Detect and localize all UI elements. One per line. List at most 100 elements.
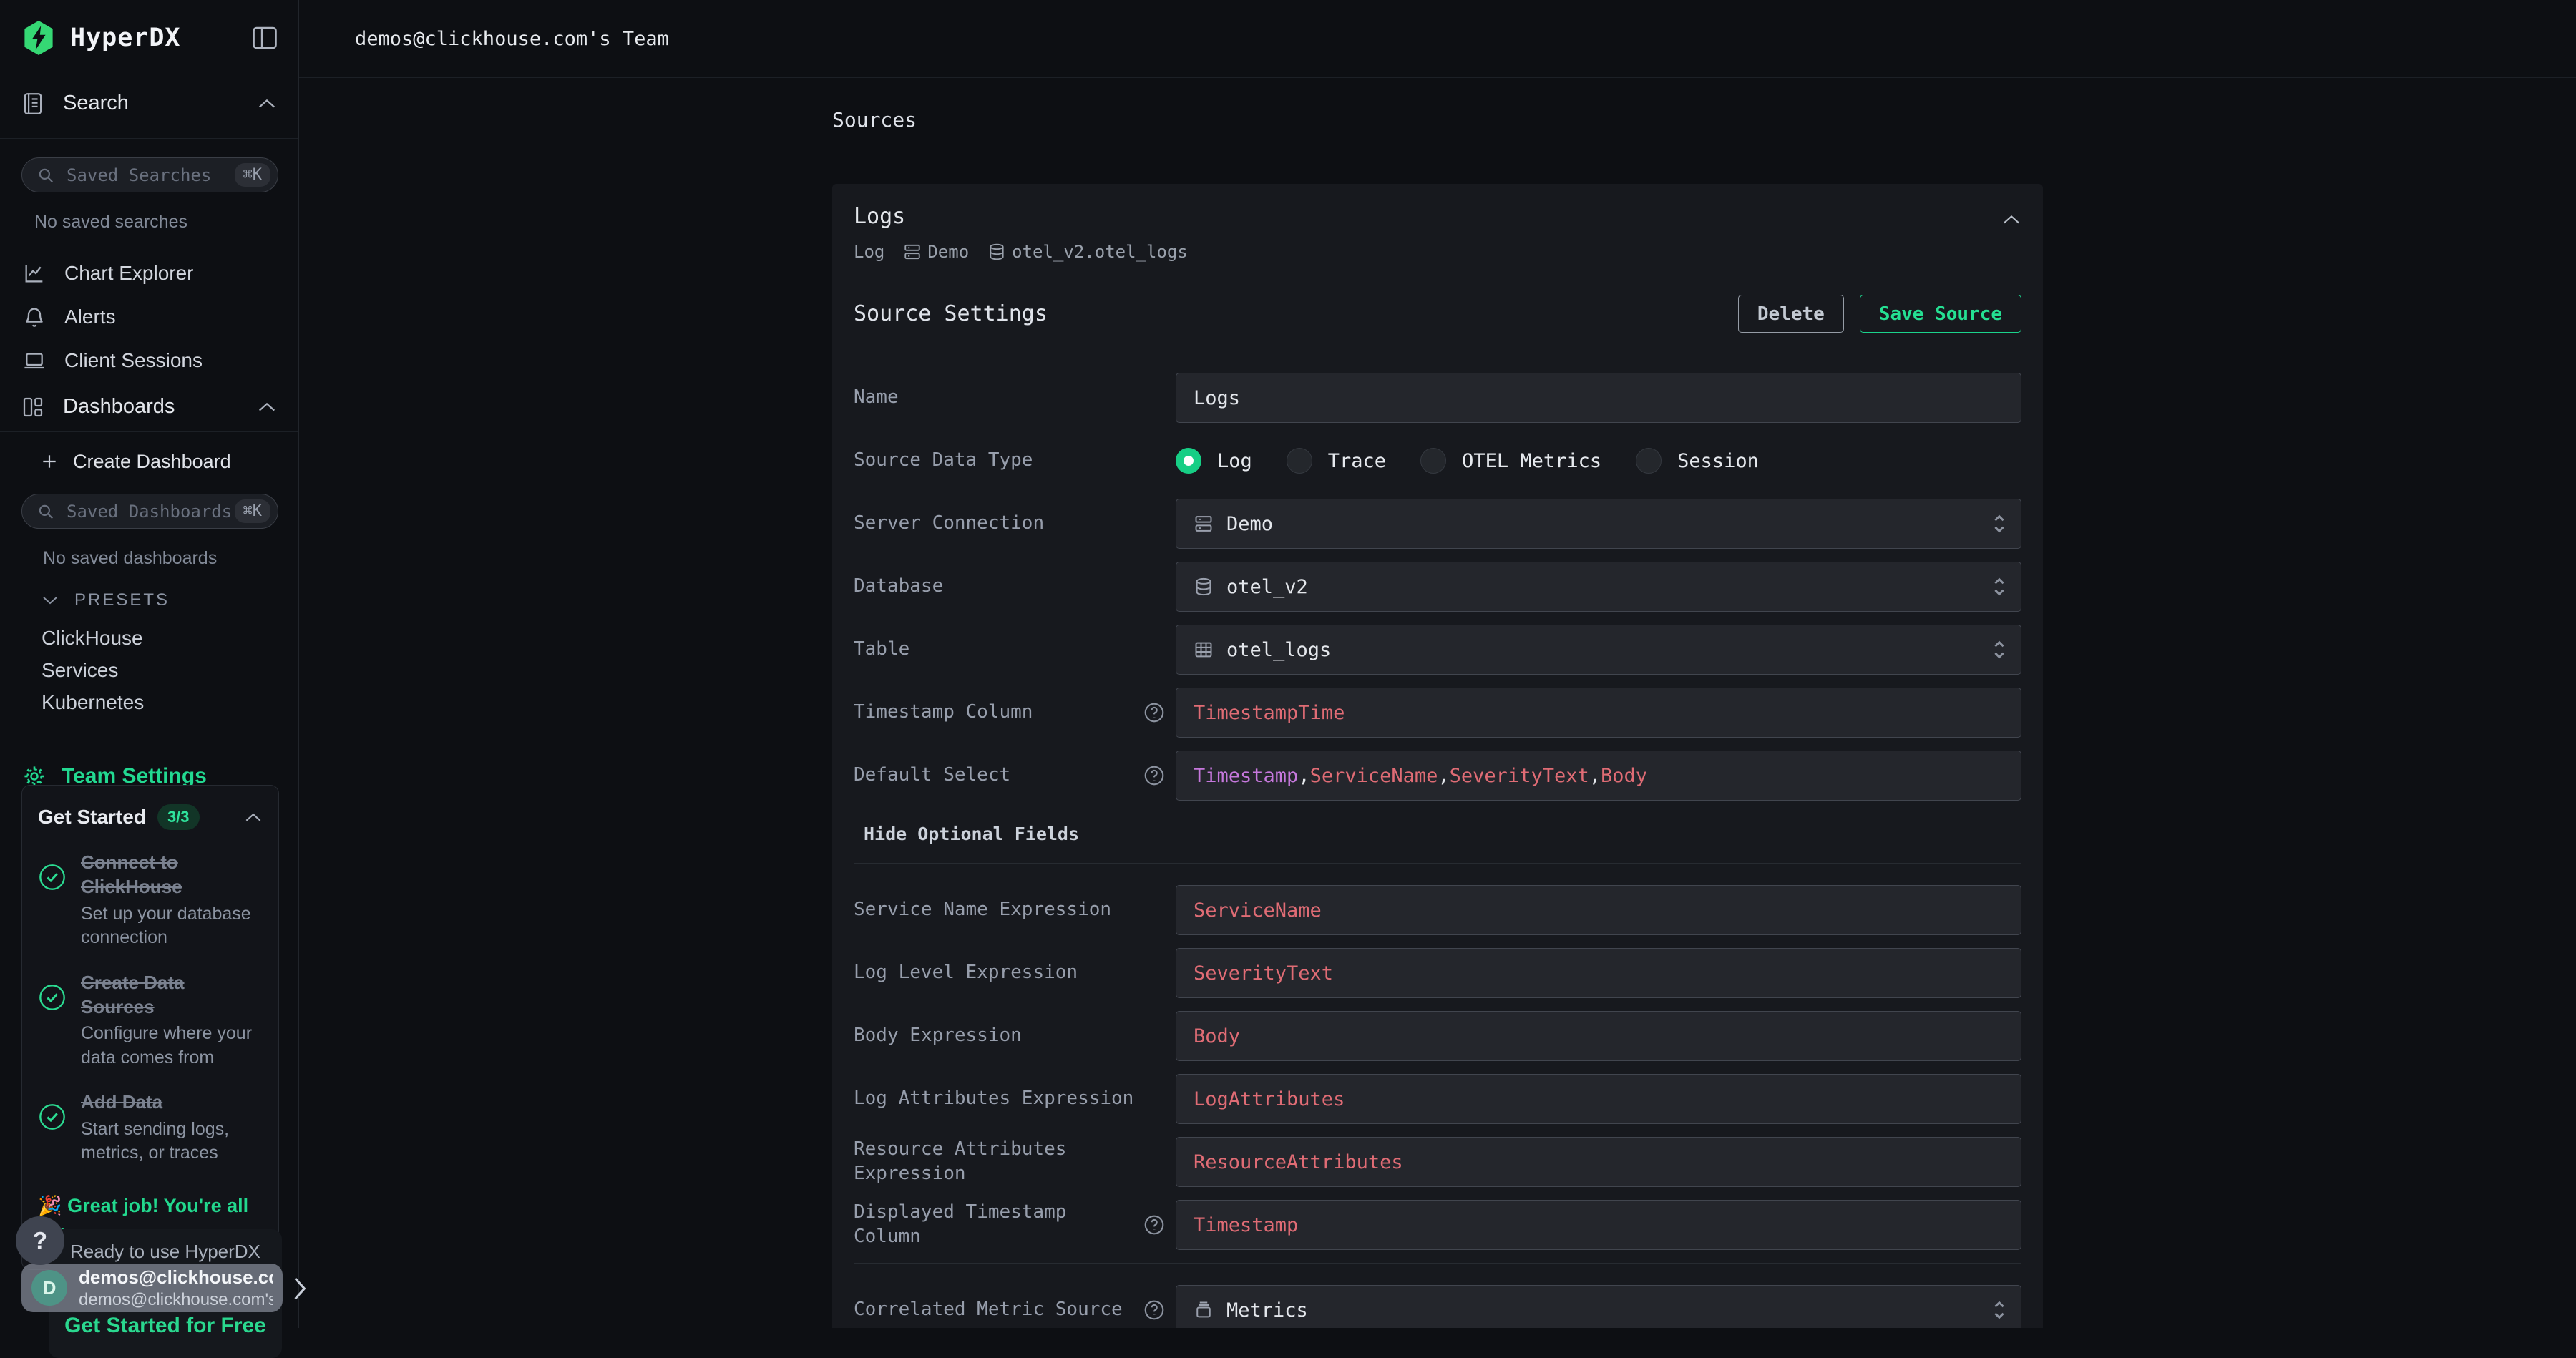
radio-circle	[1420, 448, 1446, 474]
create-dashboard-label: Create Dashboard	[73, 451, 231, 473]
sidebar-item-client-sessions[interactable]: Client Sessions	[0, 338, 298, 382]
field-label: Resource Attributes Expression	[854, 1138, 1143, 1186]
divider	[854, 1263, 2021, 1264]
preset-item-services[interactable]: Services	[0, 654, 298, 686]
get-started-item-connect-to-clickhouse[interactable]: Connect to ClickHouseSet up your databas…	[38, 850, 263, 950]
radio-circle	[1636, 448, 1662, 474]
sidebar-item-label: Chart Explorer	[64, 262, 277, 285]
code-token: ServiceName	[1194, 899, 1322, 922]
connection-badge: Demo	[927, 242, 969, 262]
form-row-resource-attributes-expression: Resource Attributes Expression ResourceAt…	[854, 1137, 2021, 1187]
code-token: Timestamp	[1194, 765, 1298, 787]
radio-otel-metrics[interactable]: OTEL Metrics	[1420, 448, 1601, 474]
help-icon[interactable]	[1143, 701, 1166, 724]
radio-session[interactable]: Session	[1636, 448, 1759, 474]
chevron-up-icon	[257, 98, 277, 109]
log-attributes-expression-input[interactable]: LogAttributes	[1176, 1074, 2021, 1124]
user-chip[interactable]: D demos@clickhouse.com demos@clickhouse.…	[21, 1264, 283, 1312]
help-icon[interactable]	[1143, 1213, 1166, 1236]
get-started-item-desc: Configure where your data comes from	[81, 1022, 263, 1070]
form-row-source-data-type: Source Data TypeLogTraceOTEL MetricsSess…	[854, 436, 2021, 486]
form-row-table: Tableotel_logs	[854, 625, 2021, 675]
sidebar-item-chart-explorer[interactable]: Chart Explorer	[0, 251, 298, 295]
server-connection-select[interactable]: Demo	[1176, 499, 2021, 549]
radio-label: Session	[1677, 450, 1759, 472]
get-started-item-add-data[interactable]: Add DataStart sending logs, metrics, or …	[38, 1090, 263, 1165]
sidebar: HyperDX Search Saved Searches ⌘K No save…	[0, 0, 299, 1328]
select-value: Demo	[1226, 513, 1273, 535]
displayed-timestamp-column-input[interactable]: Timestamp	[1176, 1200, 2021, 1250]
radio-log[interactable]: Log	[1176, 448, 1252, 474]
code-token: SeverityText	[1450, 765, 1589, 787]
radio-trace[interactable]: Trace	[1287, 448, 1386, 474]
select-value: otel_v2	[1226, 576, 1308, 598]
help-button[interactable]: ?	[16, 1216, 64, 1265]
correlated-metric-source-select[interactable]: Metrics	[1176, 1285, 2021, 1328]
get-started-item-title: Connect to ClickHouse	[81, 850, 263, 899]
preset-item-kubernetes[interactable]: Kubernetes	[0, 686, 298, 718]
form-row-displayed-timestamp-column: Displayed Timestamp ColumnTimestamp	[854, 1200, 2021, 1250]
sidebar-nav: Chart Explorer Alerts Client Sessions	[0, 251, 298, 382]
team-title: demos@clickhouse.com's Team	[355, 28, 669, 50]
sidebar-dashboards-label: Dashboards	[63, 395, 238, 419]
sidebar-item-alerts[interactable]: Alerts	[0, 295, 298, 338]
source-type-badge: Log	[854, 242, 884, 262]
main-content: Sources Logs Log Demo	[299, 78, 2576, 1328]
get-started-item-create-data-sources[interactable]: Create Data SourcesConfigure where your …	[38, 970, 263, 1070]
create-dashboard-button[interactable]: Create Dashboard	[0, 442, 298, 481]
help-icon[interactable]	[1143, 1299, 1166, 1322]
help-icon[interactable]	[1143, 764, 1166, 787]
resource-attributes-expression-input[interactable]: ResourceAttributes	[1176, 1137, 2021, 1187]
get-started-header[interactable]: Get Started 3/3	[38, 804, 263, 830]
radio-label: Log	[1217, 450, 1252, 472]
hide-optional-fields-toggle[interactable]: Hide Optional Fields	[854, 824, 1079, 844]
grid-icon	[21, 396, 44, 419]
no-saved-dashboards-text: No saved dashboards	[43, 548, 298, 569]
log-level-expression-input[interactable]: SeverityText	[1176, 948, 2021, 998]
saved-searches-input[interactable]: Saved Searches ⌘K	[21, 157, 278, 192]
source-settings-title: Source Settings	[854, 301, 1738, 326]
radio-label: Trace	[1328, 450, 1386, 472]
check-circle-icon	[38, 863, 67, 892]
database-select[interactable]: otel_v2	[1176, 562, 2021, 612]
form-row-service-name-expression: Service Name ExpressionServiceName	[854, 885, 2021, 935]
table-path-badge: otel_v2.otel_logs	[1012, 242, 1188, 262]
delete-button[interactable]: Delete	[1738, 295, 1844, 333]
sidebar-collapse-icon[interactable]	[251, 26, 278, 50]
chevron-right-icon[interactable]	[291, 1275, 309, 1302]
app-title: HyperDX	[70, 24, 251, 52]
get-started-free-link[interactable]: Get Started for Free	[49, 1314, 282, 1338]
radio-label: OTEL Metrics	[1462, 450, 1601, 472]
form-rows-main: NameLogsSource Data TypeLogTraceOTEL Met…	[854, 373, 2021, 801]
preset-item-clickhouse[interactable]: ClickHouse	[0, 622, 298, 654]
default-select-input[interactable]: Timestamp,ServiceName,SeverityText,Body	[1176, 751, 2021, 801]
code-token: Logs	[1194, 387, 1240, 409]
metric-source-icon	[1194, 1300, 1214, 1320]
select-chevrons-icon	[1991, 1299, 2008, 1322]
select-chevrons-icon	[1991, 575, 2008, 598]
sidebar-section-search[interactable]: Search	[0, 69, 298, 139]
field-label: Log Level Expression	[854, 961, 1078, 985]
service-name-expression-input[interactable]: ServiceName	[1176, 885, 2021, 935]
sidebar-section-dashboards[interactable]: Dashboards	[0, 386, 298, 432]
form-row-timestamp-column: Timestamp ColumnTimestampTime	[854, 688, 2021, 738]
name-input[interactable]: Logs	[1176, 373, 2021, 423]
logo-row: HyperDX	[0, 0, 298, 69]
hyperdx-logo-icon	[21, 19, 56, 57]
code-token: Timestamp	[1194, 1214, 1298, 1236]
field-label: Database	[854, 575, 943, 599]
sidebar-item-label: Client Sessions	[64, 349, 277, 372]
presets-toggle[interactable]: PRESETS	[42, 590, 298, 610]
ready-text: Ready to use HyperDX	[70, 1241, 260, 1263]
body-expression-input[interactable]: Body	[1176, 1011, 2021, 1061]
source-badges: Log Demo otel_v2.otel_logs	[854, 242, 2021, 262]
saved-dashboards-input[interactable]: Saved Dashboards ⌘K	[21, 494, 278, 529]
code-token: Body	[1601, 765, 1647, 787]
select-value: otel_logs	[1226, 639, 1331, 661]
table-select[interactable]: otel_logs	[1176, 625, 2021, 675]
plus-icon	[40, 452, 59, 471]
select-chevrons-icon	[1991, 638, 2008, 661]
collapse-card-icon[interactable]	[2001, 214, 2021, 225]
timestamp-column-input[interactable]: TimestampTime	[1176, 688, 2021, 738]
save-source-button[interactable]: Save Source	[1860, 295, 2021, 333]
